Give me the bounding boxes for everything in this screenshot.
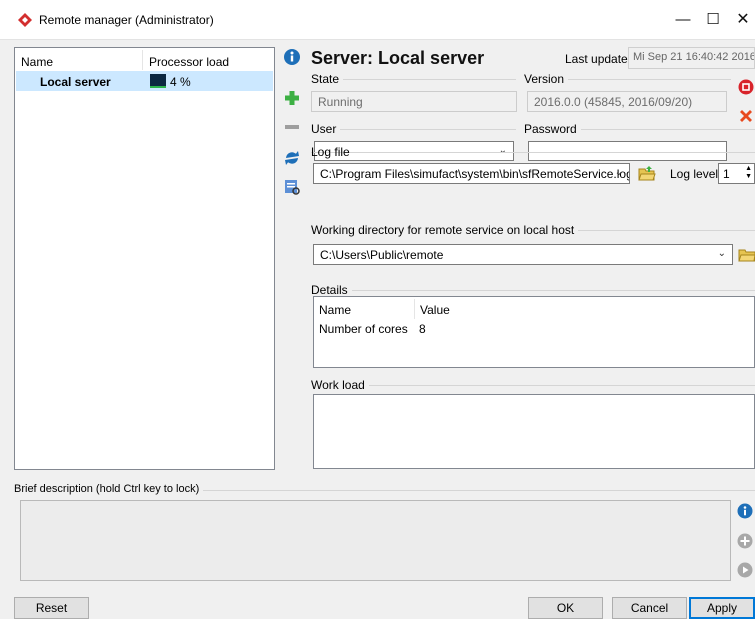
details-row-name: Number of cores [319,322,408,336]
column-header-processor-load[interactable]: Processor load [149,55,229,69]
description-label: Brief description (hold Ctrl key to lock… [14,483,204,495]
processor-load-meter [150,74,166,88]
workdir-label: Working directory for remote service on … [311,223,579,237]
column-divider[interactable] [142,50,143,70]
spinner-arrows-icon[interactable]: ▲ ▼ [745,165,752,181]
server-list[interactable]: Name Processor load Local server 4 % [14,47,275,470]
remove-server-icon[interactable] [283,118,301,136]
details-group-line [311,290,755,291]
window-title: Remote manager (Administrator) [39,13,214,27]
password-label: Password [524,122,581,136]
last-update-label: Last update [565,52,628,66]
chevron-down-icon[interactable]: ⌄ [615,167,623,178]
processor-load-value: 4 % [170,75,191,89]
workload-panel [313,394,755,469]
browse-folder-icon[interactable] [738,244,755,264]
chevron-down-icon[interactable]: ⌄ [718,248,726,259]
server-title: Server: Local server [311,48,485,68]
kill-server-icon[interactable] [738,108,754,124]
log-view-icon[interactable] [283,178,301,196]
workload-label: Work load [311,378,369,392]
open-folder-icon[interactable] [637,163,657,183]
details-column-divider[interactable] [414,299,415,319]
user-group-line [311,129,516,130]
ok-button[interactable]: OK [528,597,603,619]
workdir-combobox[interactable]: C:\Users\Public\remote ⌄ [313,244,733,265]
log-level-value: 1 [723,167,730,181]
log-level-spinner[interactable]: 1 ▲ ▼ [718,163,755,184]
title-bar: Remote manager (Administrator) — ☐ ✕ [0,0,755,40]
close-button[interactable]: ✕ [720,0,755,40]
last-update-field: Mi Sep 21 16:40:42 2016 [628,47,755,69]
stop-server-icon[interactable] [738,79,754,95]
log-file-value: C:\Program Files\simufact\system\bin\sfR… [320,167,630,181]
details-label: Details [311,283,352,297]
add-server-icon[interactable] [283,89,301,107]
server-name: Local server [40,75,111,89]
refresh-icon[interactable] [283,149,301,167]
cancel-button[interactable]: Cancel [612,597,687,619]
version-field: 2016.0.0 (45845, 2016/09/20) [527,91,727,112]
state-label: State [311,72,344,86]
info-icon[interactable] [737,503,753,519]
workdir-value: C:\Users\Public\remote [320,248,444,262]
details-header-name: Name [319,303,352,317]
info-icon[interactable] [283,48,301,66]
add-note-icon[interactable] [737,533,753,549]
details-table[interactable]: Name Value Number of cores 8 [313,296,755,368]
simufact-logo-icon [18,13,32,27]
log-file-combobox[interactable]: C:\Program Files\simufact\system\bin\sfR… [313,163,630,184]
password-field[interactable] [528,141,727,161]
details-row-value: 8 [419,322,426,336]
chevron-down-icon[interactable]: ⌄ [499,145,507,156]
details-header-value: Value [420,303,450,317]
state-field: Running [311,91,517,112]
log-file-label: Log file [311,145,350,159]
log-level-label: Log level [670,167,719,181]
version-label: Version [524,72,569,86]
list-item[interactable]: Local server 4 % [16,71,273,91]
reset-button[interactable]: Reset [14,597,89,619]
description-box [20,500,731,581]
workload-group-line [311,385,755,386]
user-label: User [311,122,341,136]
column-header-name[interactable]: Name [21,55,53,69]
play-icon[interactable] [737,562,753,578]
apply-button[interactable]: Apply [689,597,755,619]
log-group-line [311,152,755,153]
